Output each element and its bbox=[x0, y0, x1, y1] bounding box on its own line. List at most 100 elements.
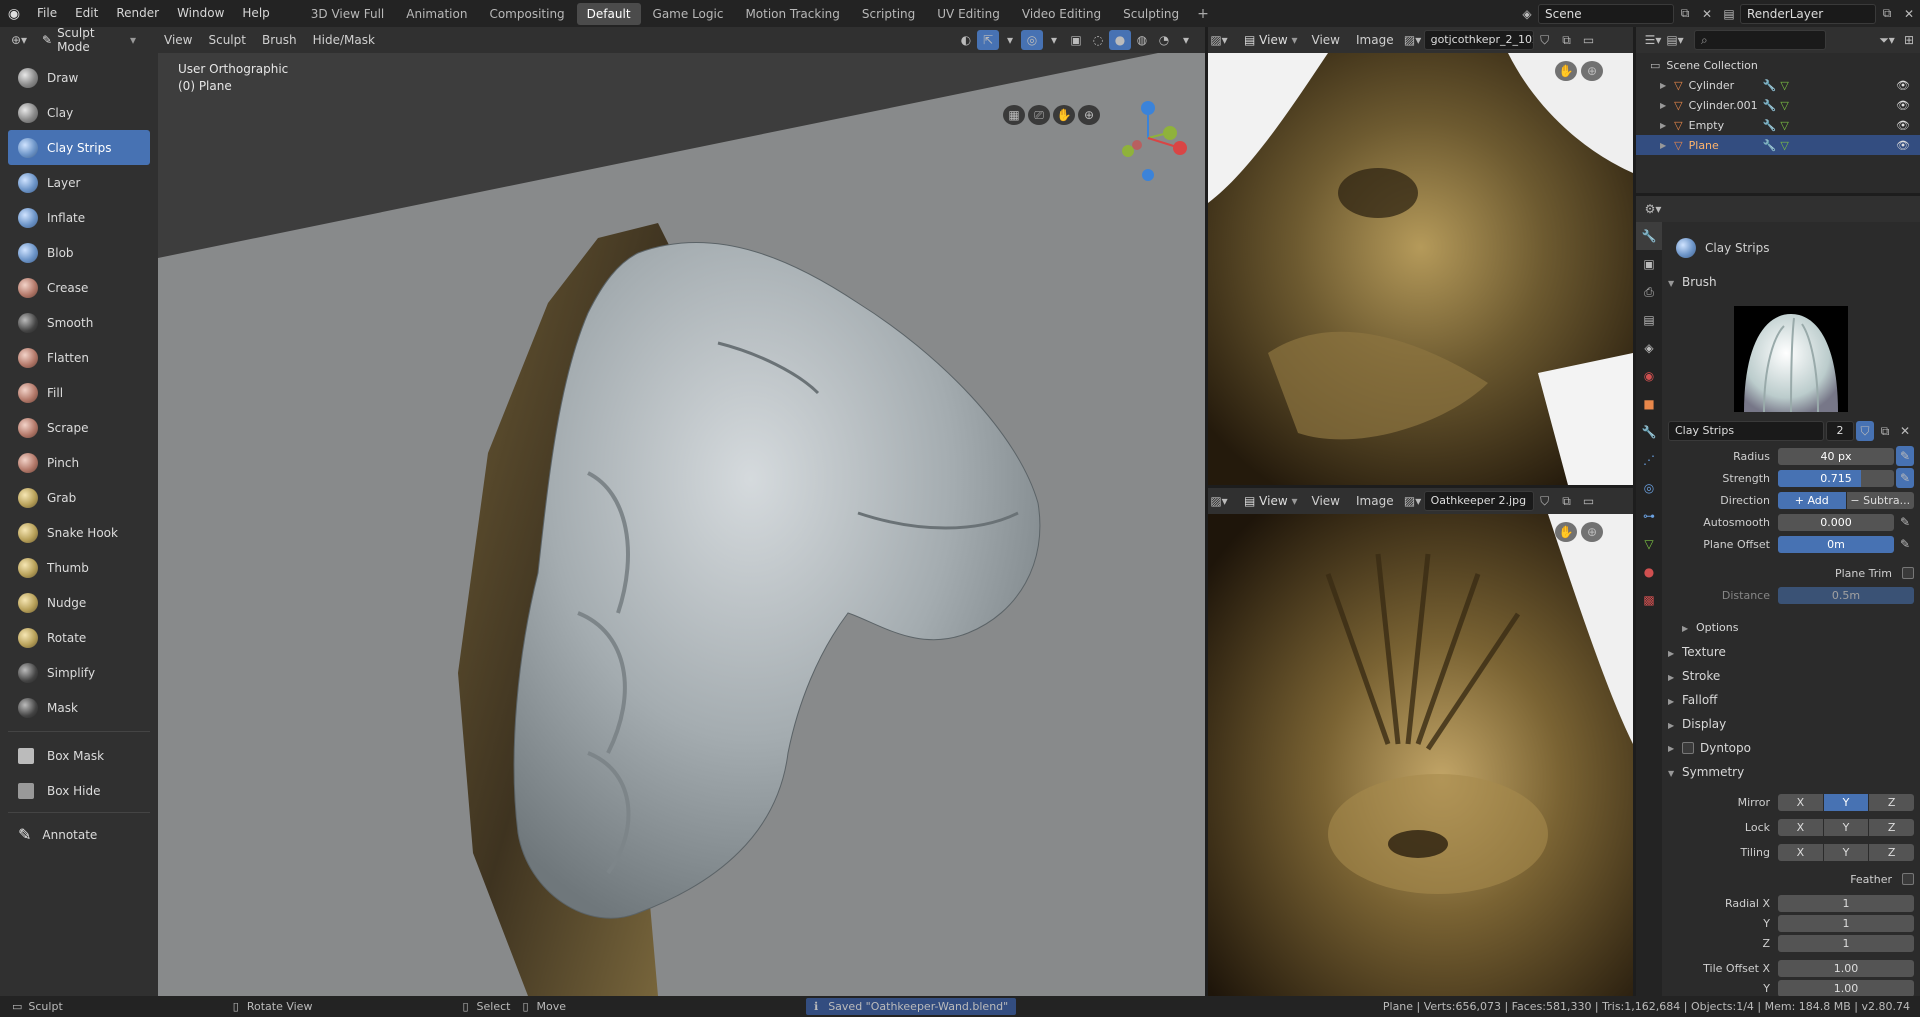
tiling-x-toggle[interactable]: X bbox=[1778, 843, 1823, 861]
copy-scene-icon[interactable]: ⧉ bbox=[1674, 4, 1696, 24]
mirror-x-toggle[interactable]: X bbox=[1778, 793, 1823, 811]
tool-annotate[interactable]: ✎ Annotate bbox=[8, 817, 150, 852]
brush-section-header[interactable]: ▼ Brush bbox=[1668, 275, 1717, 289]
new-image-icon[interactable]: ⧉ bbox=[1556, 491, 1578, 511]
solid-shading-icon[interactable]: ● bbox=[1109, 30, 1131, 50]
material-shading-icon[interactable]: ◍ bbox=[1131, 30, 1153, 50]
3d-viewport[interactable]: User Orthographic (0) Plane ▦ ⎚ ✋ ⊕ bbox=[158, 53, 1205, 996]
plane-offset-slider[interactable]: 0m bbox=[1778, 535, 1894, 553]
direction-subtract-button[interactable]: − Subtra... bbox=[1846, 491, 1914, 509]
mirror-z-toggle[interactable]: Z bbox=[1869, 793, 1915, 811]
workspace-tab[interactable]: Video Editing bbox=[1012, 3, 1111, 25]
camera-view-icon[interactable]: ⎚ bbox=[1028, 105, 1050, 125]
gizmo-dropdown-icon[interactable]: ▾ bbox=[999, 30, 1021, 50]
view-layer-tab-icon[interactable]: ▤ bbox=[1636, 306, 1662, 334]
navigation-gizmo[interactable] bbox=[1108, 93, 1188, 183]
add-workspace-button[interactable]: + bbox=[1189, 6, 1217, 22]
workspace-tab-active[interactable]: Default bbox=[576, 2, 641, 25]
zoom-icon[interactable]: ⊕ bbox=[1078, 105, 1100, 125]
tool-clay[interactable]: Clay bbox=[8, 95, 150, 130]
image-browse-icon[interactable]: ▨▾ bbox=[1402, 30, 1424, 50]
workspace-tab[interactable]: Sculpting bbox=[1113, 3, 1189, 25]
output-tab-icon[interactable]: ⎙ bbox=[1636, 278, 1662, 306]
workspace-tab[interactable]: Scripting bbox=[852, 3, 925, 25]
world-tab-icon[interactable]: ◉ bbox=[1636, 362, 1662, 390]
image-name-field[interactable]: gotjcothkepr_2_102... bbox=[1423, 30, 1534, 50]
open-image-icon[interactable]: ▭ bbox=[1578, 30, 1600, 50]
image-menu-view[interactable]: View bbox=[1304, 488, 1348, 514]
overlays-icon[interactable]: ◎ bbox=[1021, 30, 1043, 50]
render-tab-icon[interactable]: ▣ bbox=[1636, 250, 1662, 278]
distance-slider[interactable]: 0.5m bbox=[1778, 586, 1914, 604]
tool-thumb[interactable]: Thumb bbox=[8, 550, 150, 585]
render-layer-icon[interactable]: ▤ bbox=[1718, 4, 1740, 24]
menu-help[interactable]: Help bbox=[233, 0, 278, 27]
copy-layer-icon[interactable]: ⧉ bbox=[1876, 4, 1898, 24]
texture-section[interactable]: ▶ Texture bbox=[1668, 645, 1726, 659]
close-scene-icon[interactable]: ✕ bbox=[1696, 4, 1718, 24]
tile-offset-x-field[interactable]: 1.00 bbox=[1778, 959, 1914, 977]
overlays-dropdown-icon[interactable]: ▾ bbox=[1043, 30, 1065, 50]
visibility-eye-icon[interactable]: 👁 bbox=[1896, 139, 1910, 152]
visibility-eye-icon[interactable]: 👁 bbox=[1896, 99, 1910, 112]
material-tab-icon[interactable]: ● bbox=[1636, 558, 1662, 586]
visibility-eye-icon[interactable]: 👁 bbox=[1896, 79, 1910, 92]
pressure-pen-icon[interactable]: ✎ bbox=[1896, 468, 1914, 488]
dyntopo-section[interactable]: ▶ Dyntopo bbox=[1668, 741, 1751, 755]
tiling-z-toggle[interactable]: Z bbox=[1869, 843, 1915, 861]
falloff-section[interactable]: ▶ Falloff bbox=[1668, 693, 1717, 707]
gizmo-toggle-icon[interactable]: ⇱ bbox=[977, 30, 999, 50]
zoom-icon[interactable]: ⊕ bbox=[1581, 522, 1603, 542]
tool-fill[interactable]: Fill bbox=[8, 375, 150, 410]
autosmooth-slider[interactable]: 0.000 bbox=[1778, 513, 1894, 531]
pressure-pen-icon[interactable]: ✎ bbox=[1896, 534, 1914, 554]
radial-y-field[interactable]: 1 bbox=[1778, 914, 1914, 932]
workspace-tab[interactable]: Animation bbox=[396, 3, 477, 25]
tool-simplify[interactable]: Simplify bbox=[8, 655, 150, 690]
pressure-pen-icon[interactable]: ✎ bbox=[1896, 512, 1914, 532]
tool-draw[interactable]: Draw bbox=[8, 60, 150, 95]
pan-hand-icon[interactable]: ✋ bbox=[1555, 61, 1577, 81]
symmetry-section-header[interactable]: ▼ Symmetry bbox=[1668, 765, 1744, 779]
tool-pinch[interactable]: Pinch bbox=[8, 445, 150, 480]
lock-y-toggle[interactable]: Y bbox=[1823, 818, 1869, 836]
radial-z-field[interactable]: 1 bbox=[1778, 934, 1914, 952]
tool-clay-strips[interactable]: Clay Strips bbox=[8, 130, 150, 165]
outliner-item[interactable]: ▶ ▽ Cylinder 🔧 ▽ 👁 bbox=[1636, 75, 1920, 95]
options-subpanel[interactable]: ▶ Options bbox=[1682, 621, 1738, 634]
expand-right-icon[interactable]: ▶ bbox=[1660, 81, 1666, 90]
display-mode-icon[interactable]: ▤▾ bbox=[1664, 30, 1686, 50]
tile-offset-y-field[interactable]: 1.00 bbox=[1778, 979, 1914, 997]
menu-file[interactable]: File bbox=[28, 0, 66, 27]
image-menu-view[interactable]: View bbox=[1304, 27, 1348, 53]
tool-inflate[interactable]: Inflate bbox=[8, 200, 150, 235]
mode-dropdown[interactable]: ✎ Sculpt Mode ▾ bbox=[36, 26, 142, 54]
brush-name-field[interactable]: Clay Strips bbox=[1668, 421, 1824, 441]
strength-slider[interactable]: 0.715 bbox=[1778, 469, 1894, 487]
fake-user-shield-icon[interactable]: ⛉ bbox=[1856, 421, 1874, 441]
workspace-tab[interactable]: Motion Tracking bbox=[735, 3, 849, 25]
new-collection-icon[interactable]: ⊞ bbox=[1898, 30, 1920, 50]
scene-tab-icon[interactable]: ◈ bbox=[1636, 334, 1662, 362]
view-dropdown[interactable]: ▤ View ▾ bbox=[1238, 491, 1304, 511]
radial-x-field[interactable]: 1 bbox=[1778, 894, 1914, 912]
image-editor-type-icon[interactable]: ▨▾ bbox=[1208, 30, 1230, 50]
feather-checkbox[interactable] bbox=[1902, 873, 1914, 885]
tool-crease[interactable]: Crease bbox=[8, 270, 150, 305]
image-name-field[interactable]: Oathkeeper 2.jpg bbox=[1423, 491, 1534, 511]
pan-hand-icon[interactable]: ✋ bbox=[1555, 522, 1577, 542]
properties-type-icon[interactable]: ⚙▾ bbox=[1642, 199, 1664, 219]
rendered-shading-icon[interactable]: ◔ bbox=[1153, 30, 1175, 50]
reference-image-bottom[interactable]: ✋ ⊕ bbox=[1208, 514, 1633, 996]
workspace-tab[interactable]: Compositing bbox=[479, 3, 574, 25]
menu-render[interactable]: Render bbox=[107, 0, 168, 27]
pressure-pen-icon[interactable]: ✎ bbox=[1896, 446, 1914, 466]
tool-snake-hook[interactable]: Snake Hook bbox=[8, 515, 150, 550]
expand-right-icon[interactable]: ▶ bbox=[1660, 121, 1666, 130]
constraints-tab-icon[interactable]: ⊶ bbox=[1636, 502, 1662, 530]
tool-box-mask[interactable]: Box Mask bbox=[8, 738, 150, 773]
brush-users-count[interactable]: 2 bbox=[1826, 421, 1854, 441]
workspace-tab[interactable]: UV Editing bbox=[927, 3, 1010, 25]
viewport-menu-view[interactable]: View bbox=[156, 27, 200, 53]
tool-tab-icon[interactable]: 🔧 bbox=[1636, 222, 1662, 250]
